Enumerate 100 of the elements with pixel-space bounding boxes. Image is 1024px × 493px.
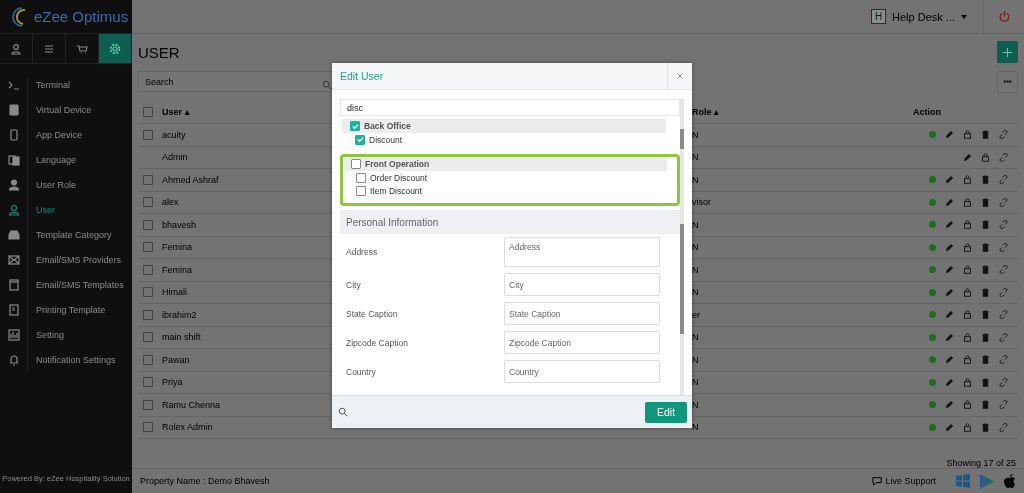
column-header: Action <box>913 107 941 117</box>
table-cell: Priya <box>162 377 183 388</box>
table-cell: Pawan <box>162 354 190 365</box>
help-desk-menu[interactable]: Help Desk ... <box>892 10 955 23</box>
window-icon <box>7 278 20 291</box>
group-label: Front Operation <box>365 159 430 169</box>
checkbox[interactable] <box>143 107 153 117</box>
checkbox[interactable] <box>143 287 153 298</box>
checkbox[interactable] <box>143 197 153 208</box>
table-cell: N <box>692 129 699 140</box>
checkbox[interactable] <box>350 121 360 131</box>
group-label: Back Office <box>364 121 411 131</box>
checkbox[interactable] <box>356 172 366 183</box>
filter-field[interactable]: disc <box>340 99 680 116</box>
table-cell: er <box>692 309 700 320</box>
lock-icon <box>963 422 972 432</box>
power-icon <box>997 10 1011 23</box>
input-field[interactable]: Zipcode Caption <box>504 331 660 354</box>
pencil-icon <box>945 197 954 207</box>
table-cell: N <box>692 152 699 163</box>
play-store-icon[interactable] <box>980 473 994 489</box>
lock-icon <box>963 355 972 365</box>
user-icon <box>7 178 20 191</box>
trash-icon <box>981 175 990 185</box>
checkbox[interactable] <box>356 185 366 196</box>
sidebar-item[interactable]: Virtual Device <box>0 97 132 122</box>
translate-icon <box>7 153 20 166</box>
checkbox[interactable] <box>143 332 153 343</box>
sidebar-item[interactable]: Setting <box>0 322 132 347</box>
permission-label: Order Discount <box>370 172 428 183</box>
sidebar-item[interactable]: Email/SMS Templates <box>0 272 132 297</box>
field-label: City <box>346 279 361 290</box>
sidebar-item[interactable]: Template Category <box>0 222 132 247</box>
sidebar-item[interactable]: User Role <box>0 172 132 197</box>
person-icon <box>10 42 22 55</box>
checkbox[interactable] <box>143 242 153 253</box>
input-field[interactable]: City <box>504 273 660 296</box>
column-header[interactable]: Role ▴ <box>692 107 720 117</box>
checkbox[interactable] <box>355 134 365 145</box>
address-field[interactable]: Address <box>504 237 660 267</box>
table-cell: N <box>692 264 699 275</box>
link-icon <box>999 175 1008 185</box>
document-icon <box>7 303 20 316</box>
apple-icon[interactable] <box>1004 474 1016 488</box>
add-button[interactable] <box>997 41 1018 63</box>
dialog-title: Edit User <box>339 70 385 82</box>
lock-icon <box>963 332 972 342</box>
link-icon <box>999 310 1008 320</box>
table-cell: N <box>692 242 699 253</box>
checkbox[interactable] <box>143 264 153 275</box>
caret-icon <box>961 14 967 19</box>
sidebar-item[interactable]: Printing Template <box>0 297 132 322</box>
chart-icon <box>7 328 20 341</box>
table-cell: N <box>692 219 699 230</box>
pencil-icon <box>945 175 954 185</box>
link-icon <box>999 400 1008 410</box>
sidebar-item[interactable]: Notification Settings <box>0 347 132 372</box>
table-cell: Femina <box>162 264 192 275</box>
pencil-icon <box>945 377 954 387</box>
page-title: USER <box>138 43 180 61</box>
pencil-icon <box>945 242 954 252</box>
pencil-icon <box>945 422 954 432</box>
checkbox[interactable] <box>143 377 153 388</box>
table-cell: Ahmed Ashraf <box>162 174 219 185</box>
more-button[interactable] <box>997 70 1018 93</box>
envelope-icon <box>7 253 20 266</box>
tablet-icon <box>7 103 20 116</box>
sidebar-item[interactable]: Terminal <box>0 72 132 97</box>
sidebar-tab[interactable] <box>99 34 132 63</box>
sidebar-item[interactable]: Language <box>0 147 132 172</box>
pencil-icon <box>945 332 954 342</box>
input-field[interactable]: Country <box>504 360 660 383</box>
table-cell: Admin <box>162 152 188 163</box>
trash-icon <box>981 242 990 252</box>
live-support-link[interactable]: Live Support <box>872 476 936 486</box>
checkbox[interactable] <box>351 159 361 169</box>
checkbox[interactable] <box>143 174 153 185</box>
link-icon <box>999 152 1008 162</box>
sidebar-item[interactable]: User <box>0 197 132 222</box>
logo-text: eZee Optimus <box>34 8 129 25</box>
checkbox[interactable] <box>143 354 153 365</box>
edit-button[interactable]: Edit <box>645 401 687 423</box>
lock-icon <box>963 197 972 207</box>
column-header[interactable]: User ▴ <box>162 107 190 117</box>
input-field[interactable]: State Caption <box>504 302 660 325</box>
checkbox[interactable] <box>143 399 153 410</box>
pencil-icon <box>945 220 954 230</box>
sidebar-item[interactable]: App Device <box>0 122 132 147</box>
trash-icon <box>981 130 990 140</box>
checkbox[interactable] <box>143 129 153 140</box>
trash-icon <box>981 287 990 297</box>
checkbox[interactable] <box>143 422 153 433</box>
windows-icon[interactable] <box>956 474 970 488</box>
trash-icon <box>981 400 990 410</box>
search-icon <box>338 407 348 417</box>
sidebar-item[interactable]: Email/SMS Providers <box>0 247 132 272</box>
table-cell: N <box>692 287 699 298</box>
property-name: Property Name : Demo Bhavesh <box>140 476 270 486</box>
checkbox[interactable] <box>143 219 153 230</box>
checkbox[interactable] <box>143 309 153 320</box>
